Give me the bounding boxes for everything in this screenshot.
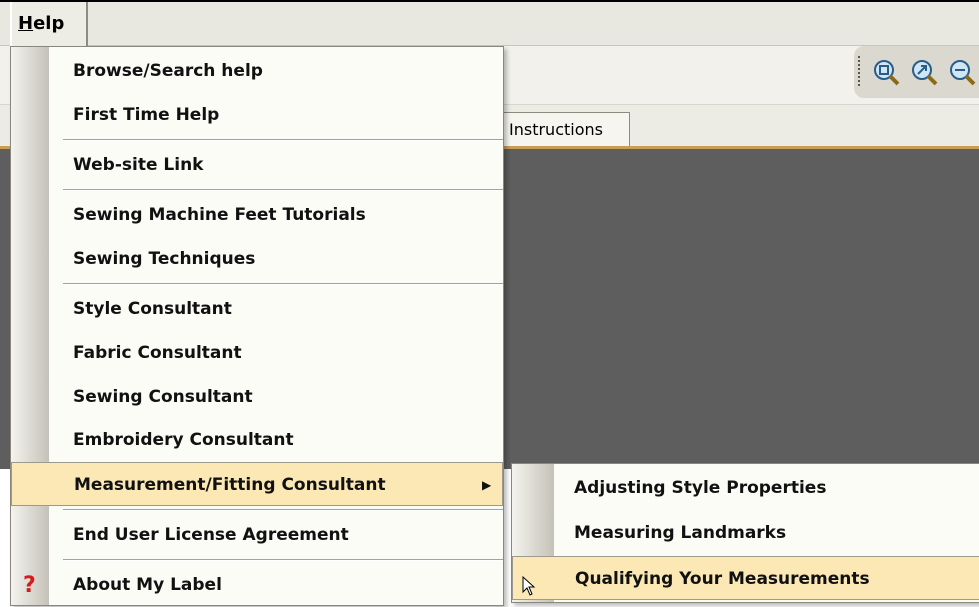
menu-item-about-my-label[interactable]: ? About My Label (11, 563, 503, 607)
menu-separator (63, 509, 503, 511)
submenu-item-adjusting-style-properties[interactable]: Adjusting Style Properties (512, 466, 979, 510)
menu-item-sewing-techniques[interactable]: Sewing Techniques (11, 237, 503, 281)
menu-item-sewing-consultant[interactable]: Sewing Consultant (11, 375, 503, 419)
measurement-submenu: Adjusting Style Properties Measuring Lan… (511, 463, 979, 603)
mouse-cursor-icon (522, 576, 536, 596)
toolbar-grip[interactable] (858, 56, 862, 86)
menu-separator (63, 189, 503, 191)
menu-item-measurement-fitting-consultant[interactable]: Measurement/Fitting Consultant ▶ (11, 462, 503, 506)
menu-bar: Help (0, 0, 979, 46)
menu-item-end-user-license-agreement[interactable]: End User License Agreement (11, 513, 503, 557)
menu-item-label: Measurement/Fitting Consultant (74, 475, 386, 495)
submenu-arrow-icon: ▶ (482, 478, 492, 492)
menu-item-label: Style Consultant (73, 299, 232, 319)
menu-item-fabric-consultant[interactable]: Fabric Consultant (11, 331, 503, 375)
menu-item-sewing-machine-feet-tutorials[interactable]: Sewing Machine Feet Tutorials (11, 193, 503, 237)
menu-item-label: Sewing Consultant (73, 387, 253, 407)
menu-item-label: Sewing Techniques (73, 249, 256, 269)
menu-separator (63, 283, 503, 285)
menu-item-label: About My Label (73, 575, 222, 595)
menu-item-website-link[interactable]: Web-site Link (11, 143, 503, 187)
menu-separator (63, 559, 503, 561)
menu-item-label: Sewing Machine Feet Tutorials (73, 205, 366, 225)
menu-help[interactable]: Help (10, 2, 88, 46)
menu-item-browse-search-help[interactable]: Browse/Search help (11, 49, 503, 93)
menu-item-label: Web-site Link (73, 155, 204, 175)
menu-item-embroidery-consultant[interactable]: Embroidery Consultant (11, 418, 503, 462)
menu-item-label: Embroidery Consultant (73, 430, 294, 450)
help-dropdown-menu: Browse/Search help First Time Help Web-s… (10, 46, 504, 606)
menu-item-label: Browse/Search help (73, 61, 263, 81)
zoom-in-icon[interactable] (910, 58, 938, 86)
menu-item-label: Fabric Consultant (73, 343, 242, 363)
submenu-item-label: Measuring Landmarks (574, 523, 787, 543)
submenu-item-measuring-landmarks[interactable]: Measuring Landmarks (512, 511, 979, 555)
menu-item-label: End User License Agreement (73, 525, 349, 545)
zoom-out-icon[interactable] (948, 58, 976, 86)
zoom-fit-icon[interactable] (872, 58, 900, 86)
menu-separator (63, 139, 503, 141)
menu-item-style-consultant[interactable]: Style Consultant (11, 287, 503, 331)
menu-item-label: First Time Help (73, 105, 220, 125)
submenu-item-label: Qualifying Your Measurements (575, 569, 870, 589)
help-mnemonic: H (18, 13, 34, 34)
menu-item-first-time-help[interactable]: First Time Help (11, 93, 503, 137)
help-label-rest: elp (33, 13, 65, 34)
submenu-item-label: Adjusting Style Properties (574, 478, 827, 498)
submenu-item-qualifying-your-measurements[interactable]: Qualifying Your Measurements (512, 556, 979, 600)
